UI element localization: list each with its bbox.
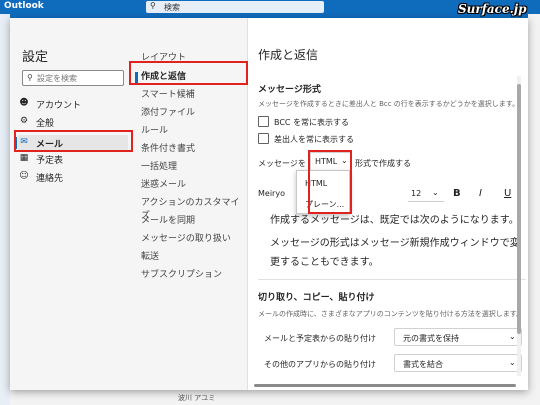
- paste-mail-label: メールと予定表からの貼り付け: [264, 334, 376, 343]
- settings-dialog: 設定 ⚲ ☻ アカウント ⚙ 全般 ✉ メール ▦ 予定表 ☺ 連絡先 レイアウ…: [10, 18, 528, 390]
- nav2-rules[interactable]: ルール: [141, 123, 168, 136]
- person-icon: ☻: [19, 98, 29, 108]
- underline-button[interactable]: U: [504, 188, 511, 199]
- message-format-heading: メッセージ形式: [258, 85, 321, 95]
- scrollbar-thumb[interactable]: [517, 84, 521, 334]
- background-bottom: 波川 アユミ: [10, 390, 528, 405]
- preview-line-2: メッセージの形式はメッセージ新規作成ウィンドウで変更することもできます。: [270, 238, 520, 268]
- compose-reply-panel: 作成と返信 メッセージ形式 メッセージを作成するときに差出人と Bcc の行を表…: [248, 18, 528, 390]
- nav2-smart-suggestions[interactable]: スマート候補: [141, 87, 195, 100]
- nav2-junk-email[interactable]: 迷惑メール: [141, 177, 186, 190]
- chevron-down-icon: ⌄: [509, 332, 516, 341]
- global-search-placeholder: 検索: [164, 3, 180, 12]
- paste-other-dropdown[interactable]: 書式を結合 ⌄: [394, 354, 522, 372]
- chevron-down-icon: ⌄: [509, 358, 516, 367]
- settings-category-nav: 設定 ⚲ ☻ アカウント ⚙ 全般 ✉ メール ▦ 予定表 ☺ 連絡先: [10, 18, 133, 390]
- nav2-conditional-formatting[interactable]: 条件付き書式: [141, 141, 195, 154]
- paste-mail-dropdown[interactable]: 元の書式を保持 ⌄: [394, 328, 522, 346]
- settings-title: 設定: [22, 50, 49, 65]
- gear-icon: ⚙: [19, 116, 29, 126]
- watermark-logo: Surface.jp: [458, 2, 527, 16]
- background-right: [528, 14, 540, 405]
- font-size-selector[interactable]: 12 ⌄: [408, 186, 444, 202]
- nav-account-label: アカウント: [36, 101, 82, 111]
- font-name-selector[interactable]: Meiryo: [258, 189, 285, 198]
- nav-calendar-label: 予定表: [36, 156, 64, 166]
- global-search-box[interactable]: ⚲ 検索: [146, 1, 324, 13]
- chevron-down-icon: ⌄: [432, 188, 439, 197]
- app-rail: [0, 14, 10, 405]
- vertical-scrollbar[interactable]: [517, 76, 521, 376]
- highlight-mail: [14, 130, 133, 152]
- nav-account[interactable]: ☻ アカウント: [18, 96, 128, 112]
- settings-search-input[interactable]: [37, 72, 121, 84]
- nav-calendar[interactable]: ▦ 予定表: [18, 151, 128, 167]
- paste-other-value: 書式を結合: [403, 360, 443, 369]
- nav-general[interactable]: ⚙ 全般: [18, 114, 128, 130]
- compose-format-prefix: メッセージを: [258, 159, 306, 168]
- highlight-compose-reply: [129, 61, 248, 85]
- section-divider: [258, 279, 526, 280]
- bold-button[interactable]: B: [453, 188, 461, 199]
- search-icon: ⚲: [27, 73, 33, 82]
- app-title: Outlook: [4, 1, 44, 11]
- settings-search-box[interactable]: ⚲: [22, 70, 124, 86]
- nav2-sweep[interactable]: 一括処理: [141, 159, 177, 172]
- message-format-description: メッセージを作成するときに差出人と Bcc の行を表示するかどうかを選択します。: [258, 100, 520, 108]
- compose-format-suffix: 形式で作成する: [355, 159, 411, 168]
- calendar-icon: ▦: [19, 153, 29, 163]
- nav-general-label: 全般: [36, 119, 55, 129]
- background-sender-name: 波川 アユミ: [178, 394, 216, 402]
- highlight-format-dropdown: [308, 150, 352, 214]
- people-icon: ☺: [19, 171, 29, 181]
- paste-heading: 切り取り、コピー、貼り付け: [258, 293, 375, 303]
- from-checkbox[interactable]: [258, 133, 269, 144]
- nav-people-label: 連絡先: [36, 174, 64, 184]
- nav-people[interactable]: ☺ 連絡先: [18, 169, 128, 185]
- paste-mail-value: 元の書式を保持: [403, 334, 459, 343]
- nav2-forwarding[interactable]: 転送: [141, 249, 159, 262]
- horizontal-scrollbar[interactable]: [254, 384, 516, 387]
- outlook-top-bar: Outlook ⚲ 検索 Surface.jp: [0, 0, 540, 16]
- message-preview: 作成するメッセージは、既定では次のようになります。 メッセージの形式はメッセージ…: [270, 211, 528, 272]
- from-label: 差出人を常に表示する: [274, 135, 354, 144]
- paste-description: メールの作成時に、さまざまなアプリのコンテンツを貼り付ける方法を選択します。: [258, 310, 524, 318]
- bcc-checkbox[interactable]: [258, 116, 269, 127]
- nav2-subscriptions[interactable]: サブスクリプション: [141, 267, 222, 280]
- italic-button[interactable]: I: [479, 188, 482, 199]
- panel-title: 作成と返信: [258, 48, 319, 62]
- bcc-label: BCC を常に表示する: [274, 118, 350, 127]
- search-icon: ⚲: [150, 1, 156, 10]
- nav2-sync-email[interactable]: メールを同期: [141, 213, 195, 226]
- font-size-value: 12: [411, 189, 422, 198]
- nav2-message-handling[interactable]: メッセージの取り扱い: [141, 231, 231, 244]
- nav2-attachments[interactable]: 添付ファイル: [141, 105, 195, 118]
- paste-other-label: その他のアプリからの貼り付け: [264, 360, 376, 369]
